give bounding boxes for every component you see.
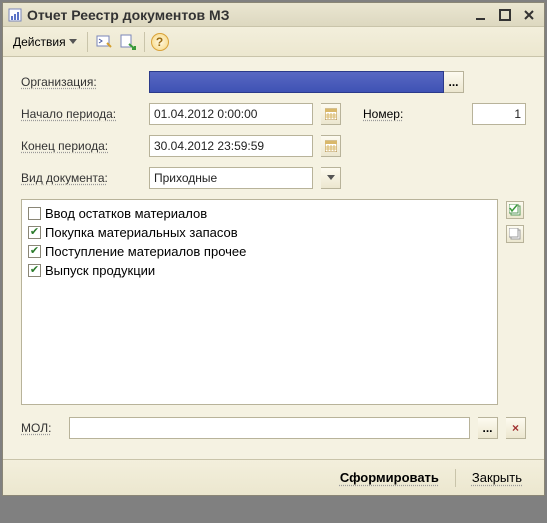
checkbox[interactable]: ✔ [28,226,41,239]
period-start-input[interactable]: 01.04.2012 0:00:00 [149,103,313,125]
row-org: Организация: ... [21,71,526,93]
chevron-down-icon [69,39,77,45]
label-org: Организация: [21,75,141,89]
list-item[interactable]: ✔ Покупка материальных запасов [28,223,491,242]
check-all-icon [509,204,521,216]
number-input[interactable]: 1 [472,103,526,125]
doc-type-select[interactable]: Приходные [149,167,313,189]
uncheck-all-button[interactable] [506,225,524,243]
period-start-calendar-button[interactable] [321,103,341,125]
period-end-input[interactable]: 30.04.2012 23:59:59 [149,135,313,157]
uncheck-all-icon [509,228,521,240]
report-icon [7,7,23,23]
checkbox[interactable]: ✔ [28,264,41,277]
window-buttons [470,6,540,24]
mol-input[interactable] [69,417,470,439]
window-title: Отчет Реестр документов МЗ [27,7,470,23]
checkbox[interactable]: ✔ [28,245,41,258]
org-select-button[interactable]: ... [444,71,464,93]
titlebar: Отчет Реестр документов МЗ [3,3,544,27]
mol-clear-button[interactable]: × [506,417,526,439]
close-footer-button[interactable]: Закрыть [462,466,532,489]
checklist-area: Ввод остатков материалов ✔ Покупка матер… [21,199,526,405]
help-icon[interactable]: ? [151,33,169,51]
close-button[interactable] [518,6,540,24]
list-item-label: Покупка материальных запасов [45,225,238,240]
check-all-button[interactable] [506,201,524,219]
list-item[interactable]: ✔ Поступление материалов прочее [28,242,491,261]
mol-select-button[interactable]: ... [478,417,498,439]
calendar-icon [325,108,337,120]
field-org-wrap: ... [149,71,526,93]
period-end-calendar-button[interactable] [321,135,341,157]
calendar-icon [325,140,337,152]
footer-separator [455,469,456,487]
actions-menu[interactable]: Действия [9,33,81,51]
run-report-icon[interactable] [118,32,138,52]
list-item-label: Ввод остатков материалов [45,206,207,221]
footer: Сформировать Закрыть [3,459,544,495]
checklist-side-buttons [506,199,526,405]
toolbar-separator [87,32,88,52]
row-doc-type: Вид документа: Приходные [21,167,526,189]
label-doc-type: Вид документа: [21,171,141,185]
row-mol: МОЛ: ... × [21,417,526,439]
list-item[interactable]: ✔ Выпуск продукции [28,261,491,280]
toolbar: Действия ? [3,27,544,57]
list-item-label: Выпуск продукции [45,263,155,278]
chevron-down-icon [327,175,335,181]
row-period-start: Начало периода: 01.04.2012 0:00:00 Номер… [21,103,526,125]
minimize-button[interactable] [470,6,492,24]
label-period-start: Начало периода: [21,107,141,121]
label-number: Номер: [363,107,403,121]
window: Отчет Реестр документов МЗ Действия [2,2,545,496]
actions-label: Действия [13,35,66,49]
maximize-button[interactable] [494,6,516,24]
doc-type-dropdown-button[interactable] [321,167,341,189]
doc-types-checklist[interactable]: Ввод остатков материалов ✔ Покупка матер… [21,199,498,405]
generate-button[interactable]: Сформировать [330,466,449,489]
label-mol: МОЛ: [21,421,61,435]
console-icon[interactable] [94,32,114,52]
toolbar-separator [144,32,145,52]
row-period-end: Конец периода: 30.04.2012 23:59:59 [21,135,526,157]
label-period-end: Конец периода: [21,139,141,153]
checkbox[interactable] [28,207,41,220]
list-item-label: Поступление материалов прочее [45,244,246,259]
org-input[interactable] [149,71,444,93]
list-item[interactable]: Ввод остатков материалов [28,204,491,223]
form: Организация: ... Начало периода: 01.04.2… [3,57,544,459]
